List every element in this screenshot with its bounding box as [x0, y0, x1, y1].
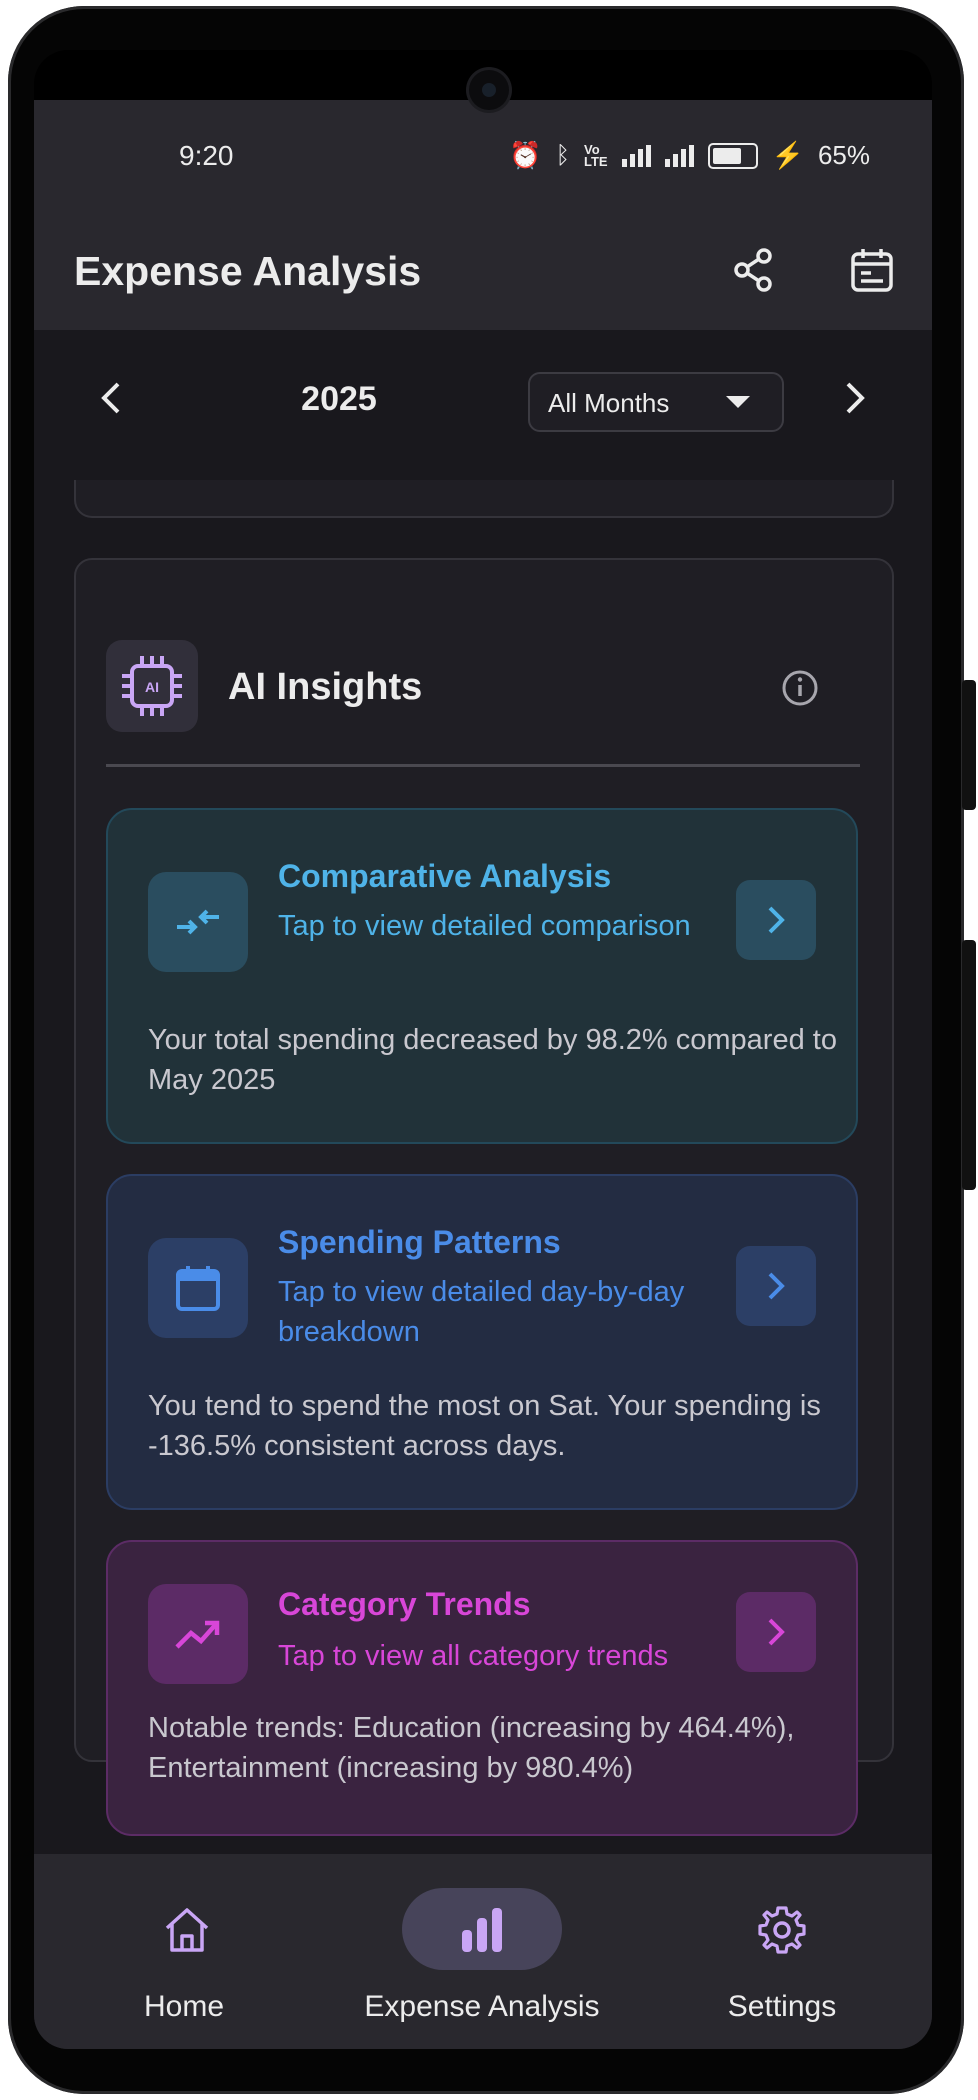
period-selector: 2025 All Months — [34, 330, 932, 480]
chevron-right-icon[interactable] — [824, 368, 884, 428]
month-dropdown[interactable]: All Months — [528, 372, 784, 432]
phone-screen: 9:20 ⏰ ᛒ Vo LTE ⚡ 65% Expense Analysis 2… — [34, 50, 932, 2049]
chevron-down-icon — [726, 396, 750, 408]
front-camera — [469, 70, 509, 110]
bar-chart-icon — [462, 1908, 502, 1952]
chevron-right-icon — [768, 1618, 785, 1646]
battery-percent: 65% — [817, 140, 870, 170]
insight-subtitle: Tap to view detailed day-by-day breakdow… — [278, 1276, 685, 1348]
status-icons: ⏰ ᛒ Vo LTE ⚡ 65% — [509, 140, 870, 171]
nav-item-expense-analysis[interactable]: Expense Analysis — [308, 1854, 608, 2049]
status-time: 9:20 — [179, 140, 234, 171]
signal-icon-2 — [664, 144, 694, 167]
volte-icon: Vo LTE — [583, 141, 608, 169]
alarm-icon: ⏰ — [509, 140, 542, 170]
open-trends-button[interactable] — [736, 1592, 816, 1672]
insight-title: Spending Patterns — [278, 1224, 561, 1260]
app-root: 9:20 ⏰ ᛒ Vo LTE ⚡ 65% Expense Analysis 2… — [34, 100, 932, 2049]
insight-title: Comparative Analysis — [278, 858, 612, 894]
status-bar: 9:20 ⏰ ᛒ Vo LTE ⚡ 65% — [34, 100, 932, 210]
insight-body: Notable trends: Education (increasing by… — [148, 1712, 795, 1784]
insight-body: You tend to spend the most on Sat. Your … — [148, 1390, 821, 1462]
volume-button — [962, 680, 976, 810]
nav-label: Expense Analysis — [364, 1990, 600, 2023]
signal-icon — [621, 144, 651, 167]
insight-subtitle: Tap to view detailed comparison — [278, 910, 691, 942]
ai-insights-title: AI Insights — [228, 666, 423, 708]
charging-icon: ⚡ — [771, 140, 804, 170]
bluetooth-icon: ᛒ — [555, 141, 570, 169]
ai-chip-icon: AI — [106, 640, 198, 732]
compare-arrows-icon — [148, 872, 248, 972]
open-patterns-button[interactable] — [736, 1246, 816, 1326]
insight-title: Category Trends — [278, 1586, 531, 1622]
insight-card-trends[interactable]: Category Trends Tap to view all category… — [106, 1540, 858, 1836]
share-icon[interactable] — [726, 242, 782, 298]
calendar-icon — [148, 1238, 248, 1338]
insight-body: Your total spending decreased by 98.2% c… — [148, 1024, 837, 1096]
previous-card-bottom — [74, 480, 894, 518]
trending-up-icon — [148, 1584, 248, 1684]
year-label: 2025 — [301, 380, 377, 418]
page-title: Expense Analysis — [74, 248, 422, 294]
battery-icon — [707, 142, 758, 169]
calendar-icon[interactable] — [844, 242, 900, 298]
svg-text:AI: AI — [145, 679, 159, 695]
bottom-nav: Home Expense Analysis Settings — [34, 1854, 932, 2049]
chevron-right-icon — [768, 906, 785, 934]
app-bar: Expense Analysis — [34, 210, 932, 330]
nav-label: Settings — [727, 1990, 837, 2023]
insight-card-comparative[interactable]: Comparative Analysis Tap to view detaile… — [106, 808, 858, 1144]
nav-label: Home — [143, 1990, 225, 2023]
month-dropdown-value: All Months — [548, 388, 670, 418]
nav-item-home[interactable]: Home — [34, 1854, 334, 2049]
info-icon[interactable] — [780, 668, 820, 708]
open-comparison-button[interactable] — [736, 880, 816, 960]
insight-subtitle: Tap to view all category trends — [278, 1640, 669, 1672]
divider — [106, 764, 860, 767]
nav-item-settings[interactable]: Settings — [632, 1854, 932, 2049]
power-button — [962, 940, 976, 1190]
chevron-right-icon — [768, 1272, 785, 1300]
insight-card-patterns[interactable]: Spending Patterns Tap to view detailed d… — [106, 1174, 858, 1510]
home-icon — [165, 1908, 209, 1952]
gear-icon — [758, 1906, 806, 1954]
chevron-left-icon[interactable] — [82, 368, 142, 428]
